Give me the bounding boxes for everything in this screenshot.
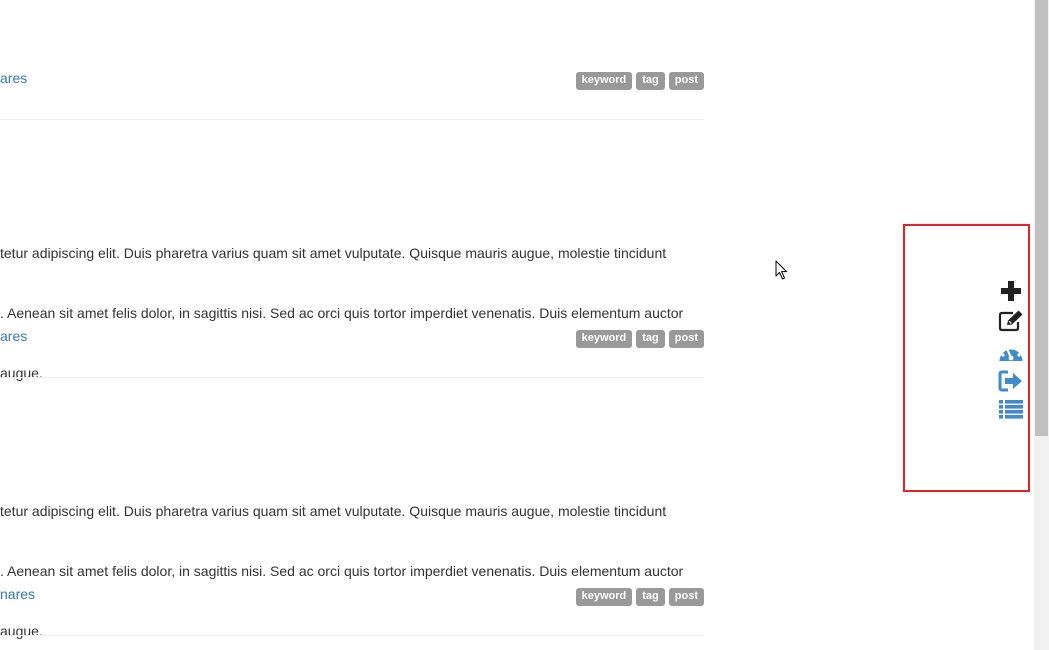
edit-icon — [998, 310, 1023, 332]
post-divider — [0, 377, 704, 378]
plus-icon — [1001, 281, 1021, 301]
sign-out-icon — [998, 370, 1022, 392]
post-share-link[interactable]: ares — [0, 328, 27, 344]
post-share-link[interactable]: nares — [0, 586, 35, 602]
tag-label[interactable]: tag — [636, 72, 665, 90]
logout-button[interactable] — [997, 369, 1025, 393]
dashboard-icon — [999, 344, 1023, 361]
post-body-line: . Aenean sit amet felis dolor, in sagitt… — [0, 305, 684, 321]
tag-label[interactable]: keyword — [575, 588, 633, 606]
post-divider — [0, 635, 704, 636]
post-tag-list: keyword tag post — [575, 330, 704, 348]
tag-label[interactable]: keyword — [575, 330, 633, 348]
post-body-line: . Aenean sit amet felis dolor, in sagitt… — [0, 563, 684, 579]
tag-label[interactable]: post — [668, 330, 704, 348]
mouse-cursor-icon — [775, 260, 787, 280]
list-icon — [999, 400, 1023, 419]
post-list: g ares keyword tag post tetur adipiscing… — [0, 0, 704, 650]
post-body-line: augue. — [0, 623, 43, 639]
post-tag-list: keyword tag post — [575, 72, 704, 90]
dashboard-button[interactable] — [997, 340, 1025, 364]
tag-label[interactable]: post — [668, 588, 704, 606]
tag-label[interactable]: keyword — [575, 72, 633, 90]
post-share-link[interactable]: ares — [0, 70, 27, 86]
post-body-line: augue. — [0, 365, 43, 381]
post-body-line: tetur adipiscing elit. Duis pharetra var… — [0, 503, 667, 519]
scrollbar-thumb[interactable] — [1035, 0, 1048, 436]
edit-button[interactable] — [997, 309, 1025, 333]
post-body-line: tetur adipiscing elit. Duis pharetra var… — [0, 245, 667, 261]
page: g ares keyword tag post tetur adipiscing… — [0, 0, 1049, 650]
post-tag-list: keyword tag post — [575, 588, 704, 606]
list-button[interactable] — [997, 397, 1025, 421]
tag-label[interactable]: tag — [636, 588, 665, 606]
tag-label[interactable]: post — [668, 72, 704, 90]
post-divider — [0, 119, 704, 120]
post-body: tetur adipiscing elit. Duis pharetra var… — [0, 461, 704, 650]
add-button[interactable] — [997, 279, 1025, 303]
post-body: tetur adipiscing elit. Duis pharetra var… — [0, 203, 704, 423]
tag-label[interactable]: tag — [636, 330, 665, 348]
